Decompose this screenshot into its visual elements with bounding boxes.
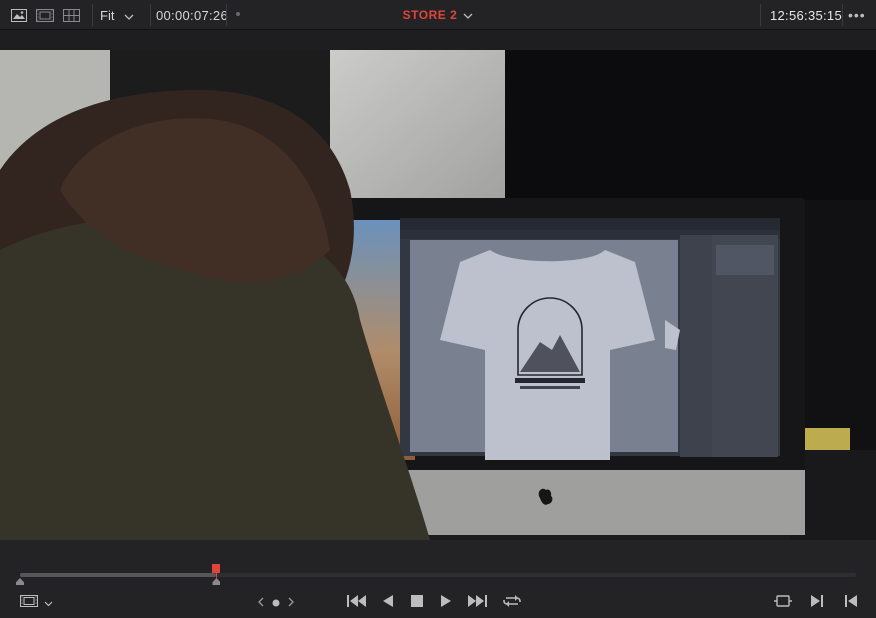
next-clip-button[interactable] (286, 594, 296, 612)
loop-button[interactable] (500, 594, 524, 612)
toolbar-divider (760, 4, 761, 26)
more-options-button[interactable]: ••• (848, 0, 866, 30)
timeline-timecode[interactable]: 12:56:35:15 (770, 0, 842, 30)
play-reverse-button[interactable] (380, 594, 396, 612)
video-frame-image (0, 50, 876, 540)
video-viewer[interactable] (0, 50, 876, 540)
dot-icon (272, 594, 280, 612)
play-icon (441, 594, 451, 612)
step-forward-icon (811, 594, 823, 612)
timecode-options-dot[interactable] (236, 12, 240, 16)
stop-icon (411, 594, 423, 612)
previous-clip-button[interactable] (256, 594, 266, 612)
playhead-handle[interactable] (212, 578, 221, 585)
next-frame-button[interactable] (808, 594, 826, 612)
chevron-down-icon (44, 594, 53, 612)
previous-frame-button[interactable] (842, 594, 860, 612)
in-point-handle[interactable] (16, 578, 24, 585)
zoom-dropdown[interactable]: Fit (100, 0, 150, 30)
play-button[interactable] (438, 594, 454, 612)
viewer-toolbar: Fit 00:00:07:26 STORE 2 12:56:35:15 ••• (0, 0, 876, 30)
playhead-line (216, 570, 218, 578)
chevron-left-icon (258, 594, 264, 612)
go-to-end-button[interactable] (465, 594, 489, 612)
play-reverse-icon (383, 594, 393, 612)
toolbar-divider (150, 4, 151, 26)
viewer-mode-dropdown[interactable] (18, 594, 54, 612)
toolbar-divider (92, 4, 93, 26)
viewer-header-strip (0, 30, 876, 50)
match-frame-button[interactable] (772, 594, 794, 612)
toolbar-divider (226, 4, 227, 26)
toolbar-divider (842, 4, 843, 26)
film-strip-icon (19, 594, 38, 612)
stop-button[interactable] (408, 594, 426, 612)
scrubber-progress (20, 573, 217, 577)
skip-to-end-icon (467, 594, 487, 612)
step-back-icon (845, 594, 857, 612)
chevron-down-icon (124, 8, 134, 23)
loop-icon (502, 594, 522, 613)
go-to-start-button[interactable] (345, 594, 369, 612)
zoom-label: Fit (100, 7, 115, 23)
timeline-title: STORE 2 (402, 8, 458, 22)
transport-bar (0, 540, 876, 618)
skip-to-start-icon (347, 594, 367, 612)
image-view-icon[interactable] (8, 6, 30, 24)
cinema-view-icon[interactable] (34, 6, 56, 24)
match-frame-icon (774, 594, 792, 612)
timeline-selector[interactable]: STORE 2 (403, 8, 474, 22)
chevron-down-icon (463, 8, 473, 22)
chevron-right-icon (288, 594, 294, 612)
grid-view-icon[interactable] (60, 6, 82, 24)
clip-indicator[interactable] (270, 594, 282, 612)
source-timecode[interactable]: 00:00:07:26 (156, 0, 228, 30)
